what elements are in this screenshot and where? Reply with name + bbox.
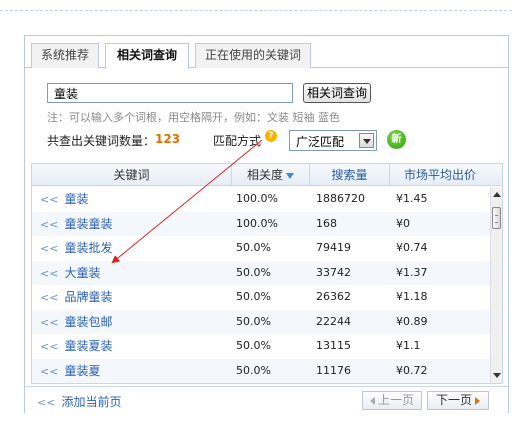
header-relevance[interactable]: 相关度: [232, 164, 310, 186]
chevron-double-left-icon: <<: [40, 364, 59, 378]
scroll-thumb[interactable]: [492, 207, 501, 229]
next-page-button[interactable]: 下一页: [427, 391, 489, 410]
table-row: << 童装童装 100.0% 168 ¥0: [32, 211, 490, 236]
relevance-cell: 50.0%: [236, 265, 271, 279]
searches-cell: 168: [316, 216, 337, 230]
chevron-down-icon[interactable]: [359, 133, 374, 148]
match-type-value: 广泛匹配: [296, 135, 345, 149]
price-cell: ¥1.1: [396, 339, 421, 352]
keyword-link[interactable]: << 童装夏: [40, 359, 230, 383]
relevance-cell: 50.0%: [236, 241, 271, 254]
match-type-select[interactable]: 广泛匹配: [289, 130, 377, 151]
relevance-cell: 50.0%: [236, 290, 271, 303]
keyword-text: 童装批发: [64, 241, 113, 255]
tab-system-recommend[interactable]: 系统推荐: [31, 43, 99, 68]
tab-in-use-keywords[interactable]: 正在使用的关键词: [195, 43, 311, 68]
chevron-double-left-icon: <<: [40, 242, 59, 255]
keyword-link[interactable]: << 童装童装: [40, 212, 230, 236]
chevron-double-left-icon: <<: [40, 193, 59, 206]
chevron-double-left-icon: <<: [40, 340, 59, 353]
next-page-label: 下一页: [435, 393, 472, 407]
table-row: << 童装夏装 50.0% 13115 ¥1.1: [32, 334, 490, 359]
triangle-right-icon: [475, 396, 480, 405]
tab-bar: 系统推荐 相关词查询 正在使用的关键词: [25, 36, 508, 69]
keyword-link[interactable]: << 童装夏装: [40, 334, 230, 358]
table-row: << 童装夏 50.0% 11176 ¥0.72: [32, 358, 490, 383]
relevance-cell: 100.0%: [236, 192, 278, 205]
price-cell: ¥0.72: [396, 363, 428, 377]
match-type-label: 匹配方式: [213, 134, 262, 148]
keyword-link[interactable]: << 童装批发: [40, 236, 230, 260]
chevron-double-left-icon: <<: [40, 266, 59, 280]
keyword-text: 品牌童装: [64, 290, 113, 304]
keyword-panel: 系统推荐 相关词查询 正在使用的关键词 相关词查询 注：可以输入多个词根，用空格…: [24, 35, 509, 413]
searches-cell: 13115: [316, 339, 351, 352]
searches-cell: 22244: [316, 314, 351, 328]
searches-cell: 1886720: [316, 192, 365, 205]
keyword-text: 童装夏: [64, 363, 101, 378]
prev-page-button[interactable]: 上一页: [362, 391, 422, 410]
tab-related-query[interactable]: 相关词查询: [105, 43, 189, 69]
price-cell: ¥1.45: [396, 192, 428, 205]
header-searches[interactable]: 搜索量: [310, 164, 390, 186]
summary-row: 共查出关键词数量： 123 匹配方式 ? 广泛匹配 新: [47, 130, 487, 152]
new-badge-icon: 新: [387, 130, 406, 149]
header-relevance-label: 相关度: [246, 168, 283, 182]
scroll-up-icon[interactable]: [493, 192, 501, 197]
scroll-down-icon[interactable]: [493, 373, 501, 378]
keyword-link[interactable]: << 品牌童装: [40, 285, 230, 309]
table-row: << 童装包邮 50.0% 22244 ¥0.89: [32, 309, 490, 334]
keyword-text: 童装夏装: [64, 339, 113, 353]
header-avg-price[interactable]: 市场平均出价: [390, 164, 490, 186]
chevron-double-left-icon: <<: [37, 396, 56, 409]
input-hint: 注：可以输入多个词根，用空格隔开，例如：文装 短袖 蓝色: [47, 111, 340, 124]
keyword-link[interactable]: << 大童装: [40, 261, 230, 285]
price-cell: ¥0: [396, 216, 410, 230]
top-divider: [0, 10, 512, 11]
header-keyword: 关键词: [32, 164, 232, 186]
relevance-cell: 100.0%: [236, 216, 278, 230]
table-footer: << 添加当前页 上一页 下一页: [25, 386, 508, 413]
prev-page-label: 上一页: [377, 393, 414, 407]
keyword-text: 童装: [64, 192, 89, 206]
keyword-input[interactable]: [47, 83, 293, 103]
keyword-text: 大童装: [64, 265, 101, 280]
keyword-link[interactable]: << 童装: [40, 187, 230, 211]
keyword-link[interactable]: << 童装包邮: [40, 310, 230, 334]
keyword-text: 童装包邮: [64, 314, 113, 329]
relevance-cell: 50.0%: [236, 314, 271, 328]
add-current-page-link[interactable]: << 添加当前页: [37, 393, 121, 410]
triangle-left-icon: [369, 396, 375, 405]
help-icon[interactable]: ?: [265, 130, 277, 142]
price-cell: ¥1.37: [396, 265, 428, 279]
table-row: << 童装批发 50.0% 79419 ¥0.74: [32, 236, 490, 261]
sort-desc-icon: [286, 172, 294, 179]
table-row: << 品牌童装 50.0% 26362 ¥1.18: [32, 285, 490, 310]
keyword-table: 关键词 相关度 搜索量 市场平均出价 << 童装 100.0% 1886720 ¥…: [31, 163, 503, 384]
keyword-text: 童装童装: [64, 216, 113, 231]
relevance-cell: 50.0%: [236, 363, 271, 377]
table-header: 关键词 相关度 搜索量 市场平均出价: [32, 164, 502, 186]
chevron-double-left-icon: <<: [40, 315, 59, 329]
price-cell: ¥0.89: [396, 314, 428, 328]
count-value: 123: [155, 132, 181, 146]
table-row: << 童装 100.0% 1886720 ¥1.45: [32, 187, 490, 212]
vertical-scrollbar[interactable]: [490, 187, 502, 383]
price-cell: ¥0.74: [396, 241, 428, 254]
chevron-double-left-icon: <<: [40, 291, 59, 304]
searches-cell: 11176: [316, 363, 351, 377]
searches-cell: 79419: [316, 241, 351, 254]
related-query-button[interactable]: 相关词查询: [303, 83, 371, 103]
chevron-double-left-icon: <<: [40, 217, 59, 231]
searches-cell: 26362: [316, 290, 351, 303]
add-current-page-label: 添加当前页: [61, 395, 122, 409]
table-row: << 大童装 50.0% 33742 ¥1.37: [32, 260, 490, 285]
relevance-cell: 50.0%: [236, 339, 271, 352]
searches-cell: 33742: [316, 265, 351, 279]
count-label: 共查出关键词数量：: [47, 134, 156, 148]
table-body: << 童装 100.0% 1886720 ¥1.45 << 童装童装 100.0% …: [32, 187, 490, 383]
price-cell: ¥1.18: [396, 290, 428, 303]
